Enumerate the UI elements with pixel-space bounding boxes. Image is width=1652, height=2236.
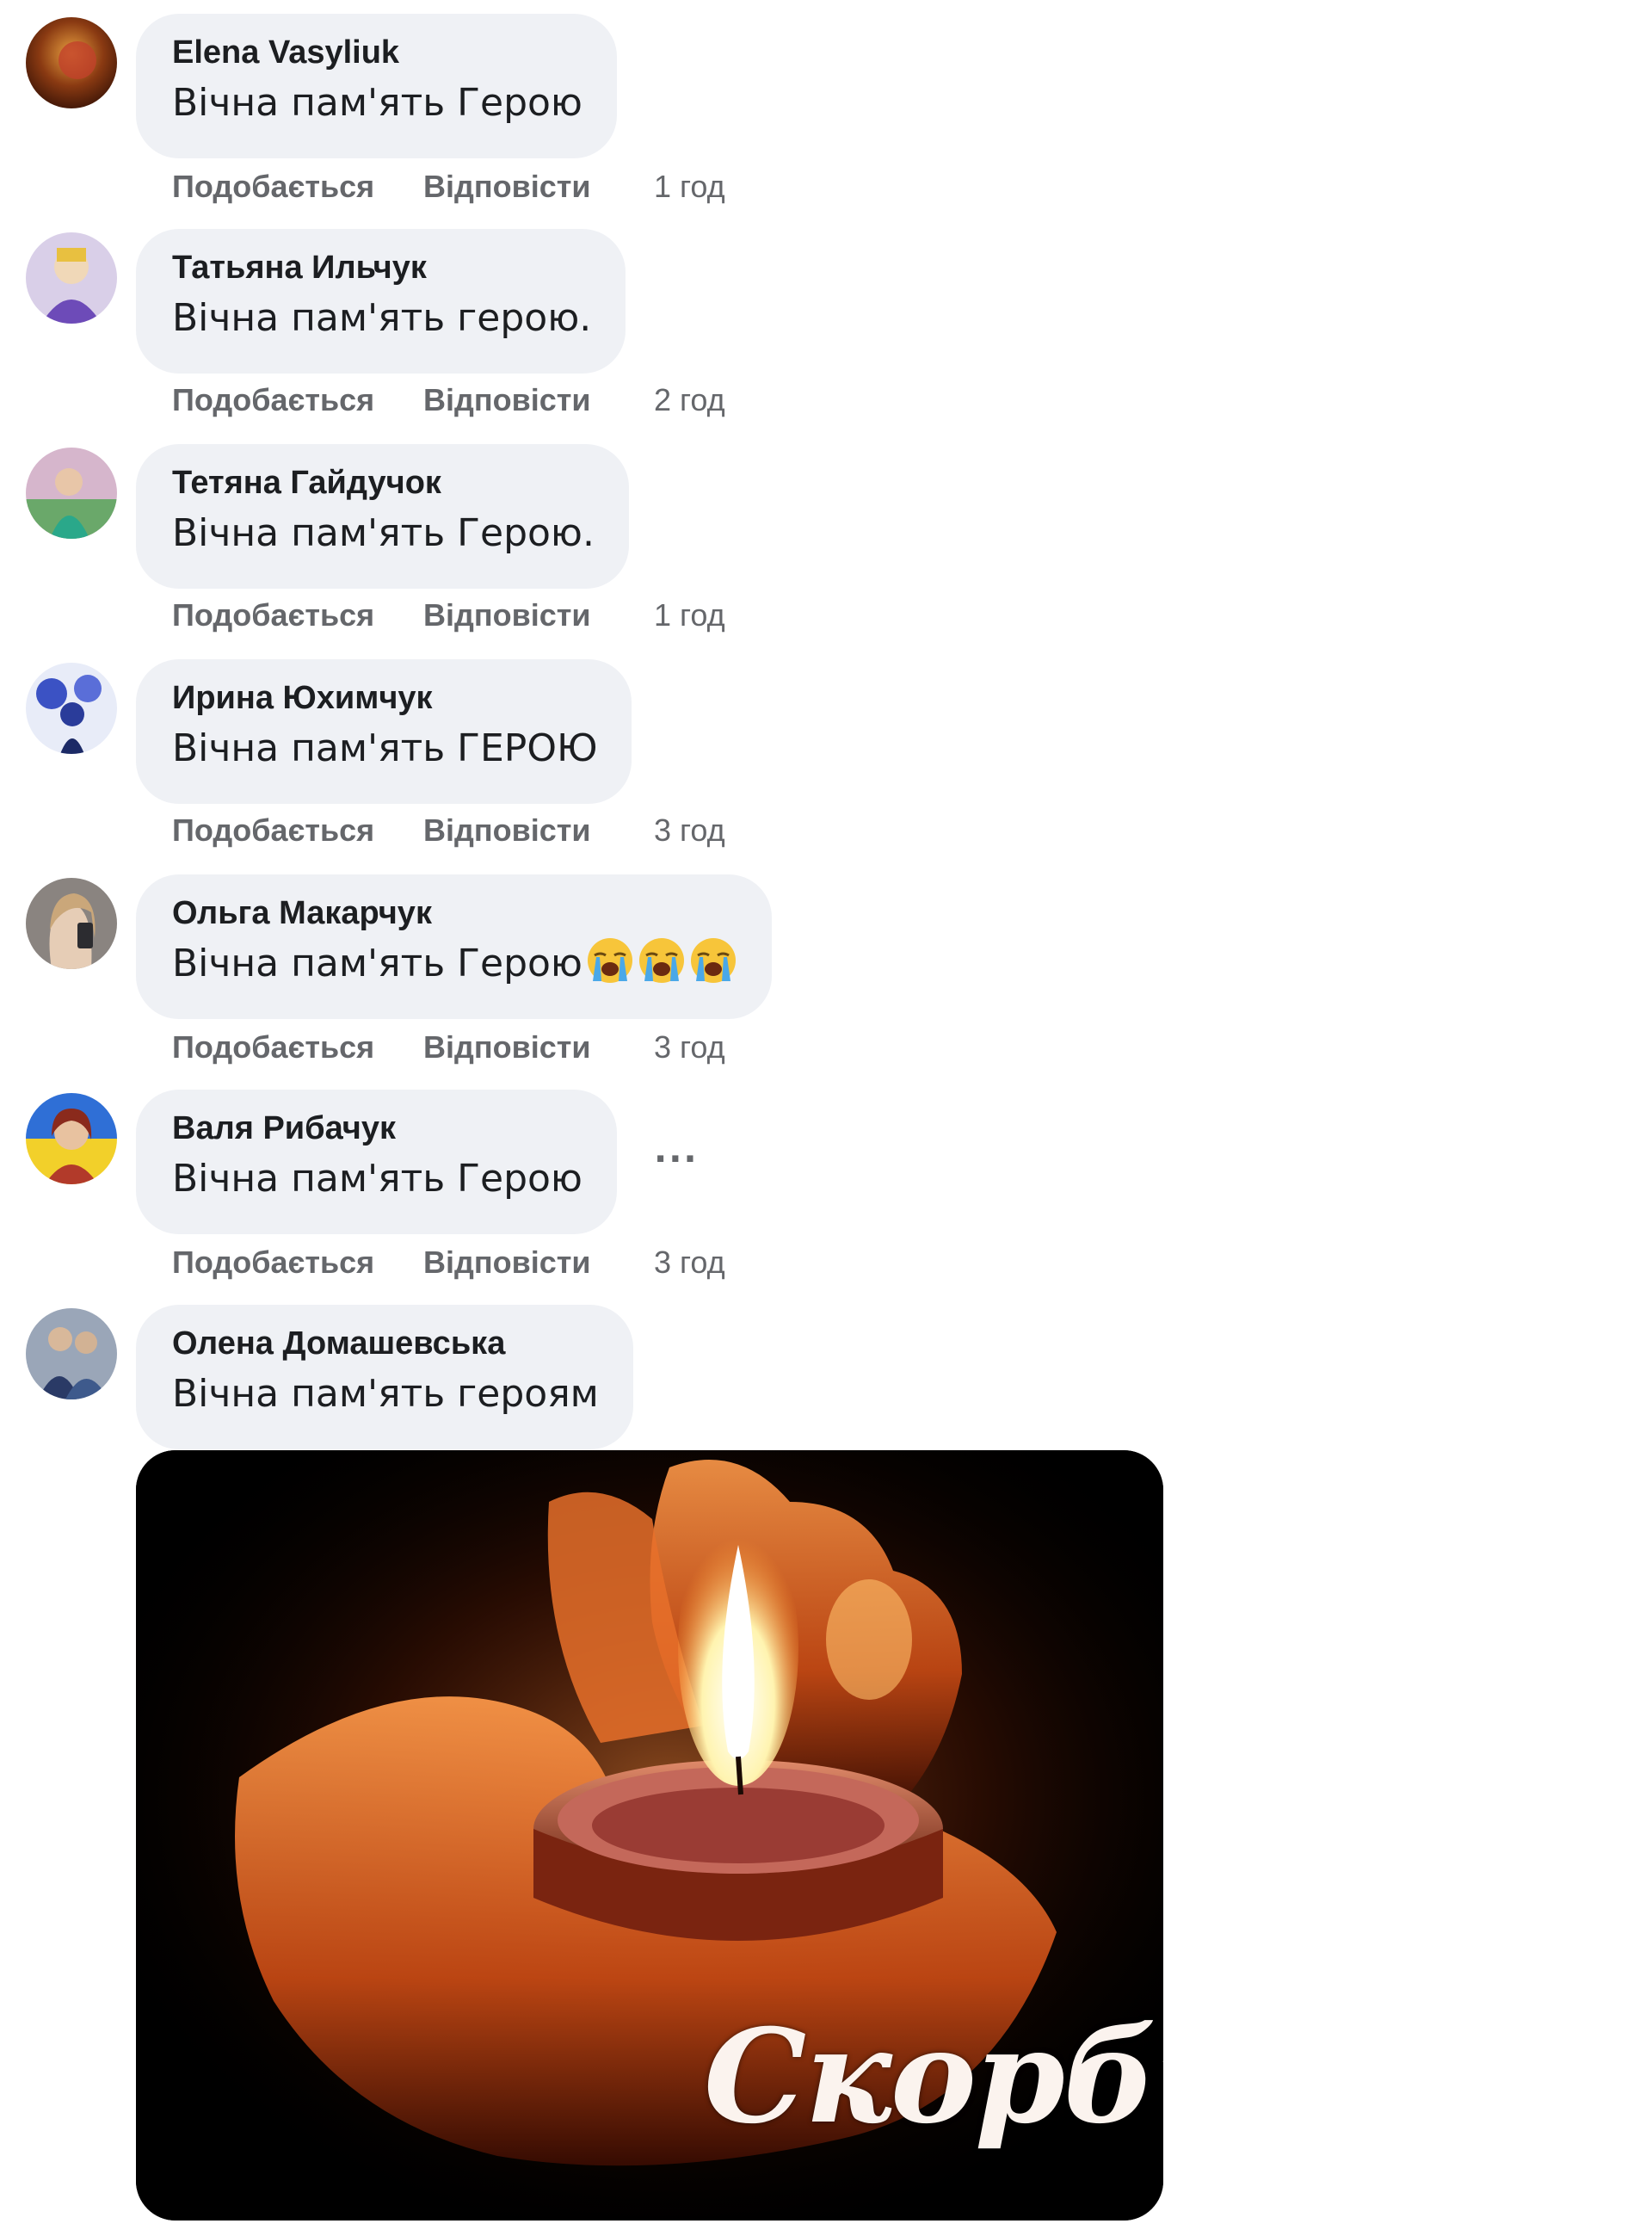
comment-bubble: Elena Vasyliuk Вічна пам'ять Герою (136, 14, 617, 158)
comment-text: Вічна пам'ять Герою (172, 81, 583, 125)
reply-button[interactable]: Відповісти (423, 382, 654, 418)
comment-text: Вічна пам'ять Герою. (172, 511, 595, 555)
comment-actions: Подобається Відповісти 1 год (172, 169, 725, 205)
like-button[interactable]: Подобається (172, 812, 423, 849)
like-button[interactable]: Подобається (172, 169, 423, 205)
comment-text-content: Вічна пам'ять Герою (172, 942, 583, 985)
like-button[interactable]: Подобається (172, 597, 423, 633)
comment-author[interactable]: Elena Vasyliuk (172, 33, 583, 72)
comment-text: Вічна пам'ять Герою (172, 936, 737, 991)
comment-author[interactable]: Тетяна Гайдучок (172, 463, 595, 503)
like-button[interactable]: Подобається (172, 382, 423, 418)
comment-author[interactable]: Татьяна Ильчук (172, 248, 591, 287)
comment-timestamp[interactable]: 3 год (654, 1029, 725, 1065)
reply-button[interactable]: Відповісти (423, 812, 654, 849)
reply-button[interactable]: Відповісти (423, 1245, 654, 1281)
comment-author[interactable]: Ирина Юхимчук (172, 678, 597, 718)
comment-timestamp[interactable]: 1 год (654, 169, 725, 205)
reply-button[interactable]: Відповісти (423, 169, 654, 205)
comment-actions: Подобається Відповісти 3 год (172, 1245, 725, 1281)
comment-actions: Подобається Відповісти 2 год (172, 382, 725, 418)
more-options-button[interactable]: ··· (654, 1140, 699, 1179)
avatar[interactable] (26, 878, 117, 969)
avatar[interactable] (26, 17, 117, 108)
comment-text: Вічна пам'ять герою. (172, 296, 592, 340)
comment-timestamp[interactable]: 3 год (654, 812, 725, 849)
gif-caption: Скорбим (704, 2001, 1163, 2153)
gif-attachment[interactable]: Скорбим (136, 1450, 1163, 2221)
avatar[interactable] (26, 663, 117, 754)
comment-bubble: Ирина Юхимчук Вічна пам'ять ГЕРОЮ (136, 659, 632, 804)
loudly-crying-face-icon (587, 938, 632, 983)
comment-bubble: Татьяна Ильчук Вічна пам'ять герою. (136, 229, 626, 374)
loudly-crying-face-icon (638, 938, 684, 983)
comment-author[interactable]: Ольга Макарчук (172, 893, 737, 933)
reply-button[interactable]: Відповісти (423, 1029, 654, 1065)
comment-bubble: Тетяна Гайдучок Вічна пам'ять Герою. (136, 444, 629, 589)
comment-actions: Подобається Відповісти 1 год (172, 597, 725, 633)
avatar[interactable] (26, 1308, 117, 1399)
comment-timestamp[interactable]: 1 год (654, 597, 725, 633)
comment-text: Вічна пам'ять ГЕРОЮ (172, 726, 598, 770)
loudly-crying-face-icon (690, 938, 736, 983)
like-button[interactable]: Подобається (172, 1029, 423, 1065)
comment-timestamp[interactable]: 3 год (654, 1245, 725, 1281)
comment-bubble: Валя Рибачук Вічна пам'ять Герою (136, 1090, 617, 1234)
comment-text: Вічна пам'ять Герою (172, 1157, 583, 1201)
avatar[interactable] (26, 232, 117, 324)
comment-text: Вічна пам'ять героям (172, 1372, 599, 1416)
comment-actions: Подобається Відповісти 3 год (172, 1029, 725, 1065)
comment-bubble: Ольга Макарчук Вічна пам'ять Герою (136, 874, 772, 1019)
reply-button[interactable]: Відповісти (423, 597, 654, 633)
like-button[interactable]: Подобається (172, 1245, 423, 1281)
comment-author[interactable]: Валя Рибачук (172, 1109, 583, 1148)
avatar[interactable] (26, 1093, 117, 1184)
avatar[interactable] (26, 448, 117, 539)
comment-actions: Подобається Відповісти 3 год (172, 812, 725, 849)
comment-author[interactable]: Олена Домашевська (172, 1324, 599, 1363)
comment-bubble: Олена Домашевська Вічна пам'ять героям (136, 1305, 633, 1449)
comment-timestamp[interactable]: 2 год (654, 382, 725, 418)
